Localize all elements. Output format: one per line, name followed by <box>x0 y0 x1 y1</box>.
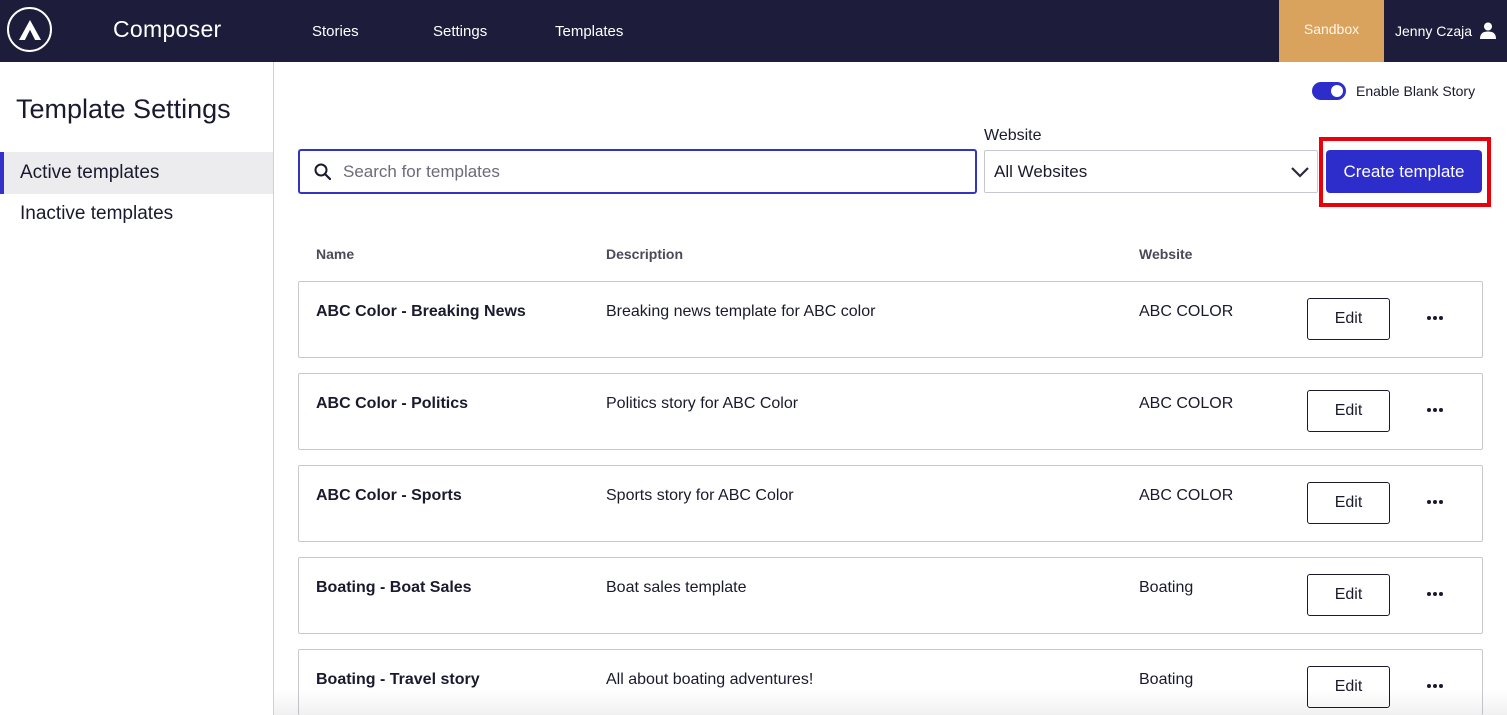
website-filter-label: Website <box>984 127 1042 144</box>
nav-item-settings[interactable]: Settings <box>433 23 487 40</box>
template-website: ABC COLOR <box>1139 395 1234 412</box>
nav-item-templates[interactable]: Templates <box>555 23 623 40</box>
template-name: ABC Color - Breaking News <box>316 303 526 320</box>
website-filter-value: All Websites <box>994 161 1088 181</box>
template-website: Boating <box>1139 671 1194 688</box>
edit-button[interactable]: Edit <box>1307 574 1390 616</box>
more-options-icon[interactable] <box>1423 674 1447 698</box>
column-header-name[interactable]: Name <box>316 246 354 262</box>
user-icon <box>1480 22 1497 39</box>
sidebar-item-active-templates[interactable]: Active templates <box>0 152 273 194</box>
edit-button[interactable]: Edit <box>1307 390 1390 432</box>
blank-story-toggle[interactable] <box>1312 82 1346 100</box>
template-name: ABC Color - Sports <box>316 487 462 504</box>
sidebar: Template Settings Active templates Inact… <box>0 62 274 715</box>
template-name: Boating - Boat Sales <box>316 579 472 596</box>
more-options-icon[interactable] <box>1423 398 1447 422</box>
toggle-knob <box>1331 85 1343 97</box>
user-name: Jenny Czaja <box>1395 22 1473 39</box>
nav-item-stories[interactable]: Stories <box>312 23 359 40</box>
sidebar-title: Template Settings <box>16 94 231 124</box>
template-website: Boating <box>1139 579 1194 596</box>
app-title: Composer <box>113 16 222 42</box>
edit-button[interactable]: Edit <box>1307 482 1390 524</box>
search-icon <box>314 163 331 180</box>
template-description: Sports story for ABC Color <box>606 487 794 504</box>
column-header-website[interactable]: Website <box>1139 246 1192 262</box>
table-row: ABC Color - Breaking News Breaking news … <box>298 281 1483 358</box>
chevron-down-icon <box>1291 166 1309 178</box>
template-name: ABC Color - Politics <box>316 395 469 412</box>
table-row: Boating - Boat Sales Boat sales template… <box>298 557 1483 634</box>
template-website: ABC COLOR <box>1139 303 1234 320</box>
template-description: Politics story for ABC Color <box>606 395 799 412</box>
table-row: ABC Color - Politics Politics story for … <box>298 373 1483 450</box>
website-filter-select[interactable]: All Websites <box>984 150 1318 193</box>
template-description: Breaking news template for ABC color <box>606 303 876 320</box>
create-template-button[interactable]: Create template <box>1326 150 1482 193</box>
more-options-icon[interactable] <box>1423 306 1447 330</box>
search-box[interactable] <box>298 149 977 194</box>
edit-button[interactable]: Edit <box>1307 298 1390 340</box>
search-input[interactable] <box>343 161 943 182</box>
template-name: Boating - Travel story <box>316 671 480 688</box>
more-options-icon[interactable] <box>1423 490 1447 514</box>
table-row: Boating - Travel story All about boating… <box>298 649 1483 715</box>
user-menu[interactable]: Jenny Czaja <box>1395 22 1497 39</box>
template-website: ABC COLOR <box>1139 487 1234 504</box>
template-description: All about boating adventures! <box>606 671 814 688</box>
environment-badge: Sandbox <box>1279 0 1384 62</box>
top-nav-bar: Composer Stories Settings Templates Sand… <box>0 0 1507 62</box>
logo-icon[interactable] <box>7 7 52 52</box>
more-options-icon[interactable] <box>1423 582 1447 606</box>
column-header-description[interactable]: Description <box>606 246 683 262</box>
sidebar-item-inactive-templates[interactable]: Inactive templates <box>0 193 273 235</box>
template-description: Boat sales template <box>606 579 747 596</box>
table-row: ABC Color - Sports Sports story for ABC … <box>298 465 1483 542</box>
edit-button[interactable]: Edit <box>1307 666 1390 708</box>
blank-story-toggle-label: Enable Blank Story <box>1356 83 1476 99</box>
blank-story-toggle-group: Enable Blank Story <box>1312 82 1475 100</box>
